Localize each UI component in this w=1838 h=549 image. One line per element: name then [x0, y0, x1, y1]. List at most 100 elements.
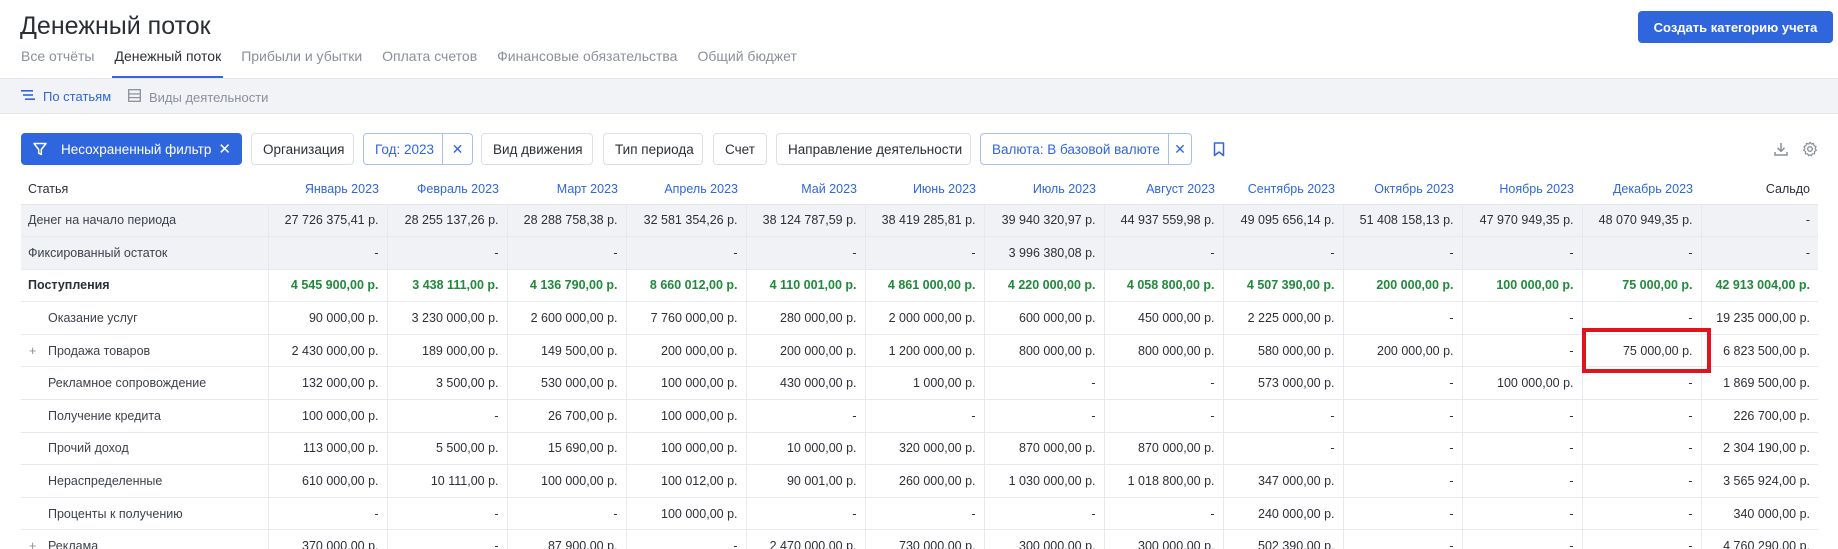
table-cell[interactable]: 10 000,00 р. [746, 432, 866, 466]
table-cell[interactable]: 4 220 000,00 р. [984, 269, 1105, 303]
balance-cell[interactable]: 340 000,00 р. [1701, 497, 1818, 531]
table-cell[interactable]: 7 760 000,00 р. [626, 301, 747, 335]
table-cell[interactable]: 3 500,00 р. [387, 366, 508, 401]
table-cell[interactable]: 5 500,00 р. [387, 432, 508, 466]
balance-cell[interactable]: 2 304 190,00 р. [1701, 432, 1818, 466]
column-header[interactable]: Март 2023 [507, 174, 626, 205]
table-cell[interactable]: - [387, 399, 508, 433]
table-cell[interactable]: 4 110 001,00 р. [746, 269, 866, 303]
table-cell[interactable]: 610 000,00 р. [268, 464, 388, 498]
table-cell[interactable]: 1 000,00 р. [865, 366, 985, 401]
table-cell[interactable]: 38 419 285,81 р. [865, 204, 985, 238]
table-cell[interactable]: 4 861 000,00 р. [865, 269, 985, 303]
table-cell[interactable]: 2 225 000,00 р. [1223, 301, 1344, 335]
table-cell[interactable]: - [1462, 399, 1583, 433]
table-cell[interactable]: - [1462, 497, 1583, 531]
create-category-button[interactable]: Создать категорию учета [1638, 11, 1833, 43]
table-cell[interactable]: - [865, 497, 985, 531]
table-cell[interactable]: - [1104, 497, 1224, 531]
table-cell[interactable]: - [1582, 529, 1702, 549]
table-cell[interactable]: 100 000,00 р. [626, 432, 747, 466]
table-cell[interactable]: - [1462, 301, 1583, 335]
table-cell[interactable]: 100 000,00 р. [1462, 366, 1583, 401]
table-cell[interactable]: - [1223, 399, 1344, 433]
table-cell[interactable]: - [1582, 464, 1702, 498]
table-cell[interactable]: 47 970 949,35 р. [1462, 204, 1583, 238]
table-cell[interactable]: - [1462, 334, 1583, 368]
table-cell[interactable]: - [1104, 236, 1224, 270]
column-header[interactable]: Октябрь 2023 [1343, 174, 1462, 205]
table-row[interactable]: Проценты к получению - - -100 000,00 р. - - - -… [21, 497, 1818, 531]
table-cell[interactable]: - [387, 497, 508, 531]
table-cell[interactable]: - [387, 236, 508, 270]
table-cell[interactable]: - [1343, 432, 1463, 466]
table-cell[interactable]: 51 408 158,13 р. [1343, 204, 1463, 238]
table-cell[interactable]: 300 000,00 р. [1104, 529, 1224, 549]
table-cell[interactable]: - [1343, 399, 1463, 433]
table-row[interactable]: Фиксированный остаток - - - - - -3 996 380,08 … [21, 236, 1818, 270]
tab-bill-payment[interactable]: Оплата счетов [382, 47, 477, 78]
table-cell[interactable]: 370 000,00 р. [268, 529, 388, 549]
table-cell[interactable]: 530 000,00 р. [507, 366, 627, 401]
table-cell[interactable]: 260 000,00 р. [865, 464, 985, 498]
close-icon[interactable]: ✕ [442, 134, 472, 164]
unsaved-filter-button[interactable]: Несохраненный фильтр ✕ [21, 133, 242, 165]
table-row[interactable]: Прочий доход 113 000,00 р. 5 500,00 р. 15 6… [21, 432, 1818, 466]
table-cell[interactable]: - [1462, 432, 1583, 466]
table-cell[interactable]: 132 000,00 р. [268, 366, 388, 401]
table-cell[interactable]: - [984, 399, 1105, 433]
table-cell[interactable]: 347 000,00 р. [1223, 464, 1344, 498]
table-cell[interactable]: - [984, 366, 1105, 401]
table-cell[interactable]: 100 000,00 р. [1462, 269, 1583, 303]
table-cell[interactable]: - [1582, 497, 1702, 531]
expand-icon[interactable]: + [29, 344, 39, 358]
table-cell[interactable]: 1 018 800,00 р. [1104, 464, 1224, 498]
table-cell[interactable]: 38 124 787,59 р. [746, 204, 866, 238]
table-cell[interactable]: - [1582, 301, 1702, 335]
table-row[interactable]: Рекламное сопровождение 132 000,00 р. 3 50… [21, 366, 1818, 401]
table-cell[interactable]: 90 000,00 р. [268, 301, 388, 335]
table-cell[interactable]: 100 012,00 р. [626, 464, 747, 498]
table-cell[interactable]: 2 470 000,00 р. [746, 529, 866, 549]
table-cell[interactable]: 4 507 390,00 р. [1223, 269, 1344, 303]
table-row[interactable]: Денег на начало периода 27 726 375,41 р. 2… [21, 204, 1818, 238]
table-cell[interactable]: - [746, 399, 866, 433]
table-cell[interactable]: 15 690,00 р. [507, 432, 627, 466]
table-cell[interactable]: - [1462, 529, 1583, 549]
tab-all-reports[interactable]: Все отчёты [21, 47, 94, 78]
bookmark-icon[interactable] [1209, 139, 1229, 159]
tab-general-budget[interactable]: Общий бюджет [697, 47, 796, 78]
table-cell[interactable]: 4 136 790,00 р. [507, 269, 627, 303]
table-cell[interactable]: 3 996 380,08 р. [984, 236, 1105, 270]
table-cell[interactable]: 320 000,00 р. [865, 432, 985, 466]
activity-direction-filter[interactable]: Направление деятельности [776, 133, 971, 165]
table-cell[interactable]: 149 500,00 р. [507, 334, 627, 368]
table-cell[interactable]: - [1343, 301, 1463, 335]
table-cell[interactable]: 730 000,00 р. [865, 529, 985, 549]
balance-cell[interactable]: - [1701, 236, 1818, 270]
table-cell[interactable]: 800 000,00 р. [1104, 334, 1224, 368]
table-cell[interactable]: - [1582, 432, 1702, 466]
table-cell[interactable]: 8 660 012,00 р. [626, 269, 747, 303]
table-cell[interactable]: 450 000,00 р. [1104, 301, 1224, 335]
balance-cell[interactable]: 226 700,00 р. [1701, 399, 1818, 433]
close-icon[interactable]: ✕ [218, 140, 231, 158]
table-row[interactable]: Получение кредита 100 000,00 р. -26 700,00… [21, 399, 1818, 433]
table-cell[interactable]: - [1343, 236, 1463, 270]
table-cell[interactable]: - [626, 529, 747, 549]
table-cell[interactable]: 4 545 900,00 р. [268, 269, 388, 303]
table-cell[interactable]: 3 438 111,00 р. [387, 269, 508, 303]
table-cell[interactable]: - [984, 497, 1105, 531]
table-cell[interactable]: - [746, 497, 866, 531]
table-cell[interactable]: 28 255 137,26 р. [387, 204, 508, 238]
column-header[interactable]: Июль 2023 [984, 174, 1104, 205]
column-header[interactable]: Май 2023 [746, 174, 865, 205]
table-cell[interactable]: 100 000,00 р. [268, 399, 388, 433]
table-cell[interactable]: 240 000,00 р. [1223, 497, 1344, 531]
table-row[interactable]: Поступления 4 545 900,00 р. 3 438 111,00 р… [21, 269, 1818, 303]
table-cell[interactable]: - [1223, 432, 1344, 466]
table-cell[interactable]: 100 000,00 р. [626, 399, 747, 433]
table-cell[interactable]: - [1104, 399, 1224, 433]
table-cell[interactable]: - [1462, 236, 1583, 270]
table-cell[interactable]: 2 600 000,00 р. [507, 301, 627, 335]
